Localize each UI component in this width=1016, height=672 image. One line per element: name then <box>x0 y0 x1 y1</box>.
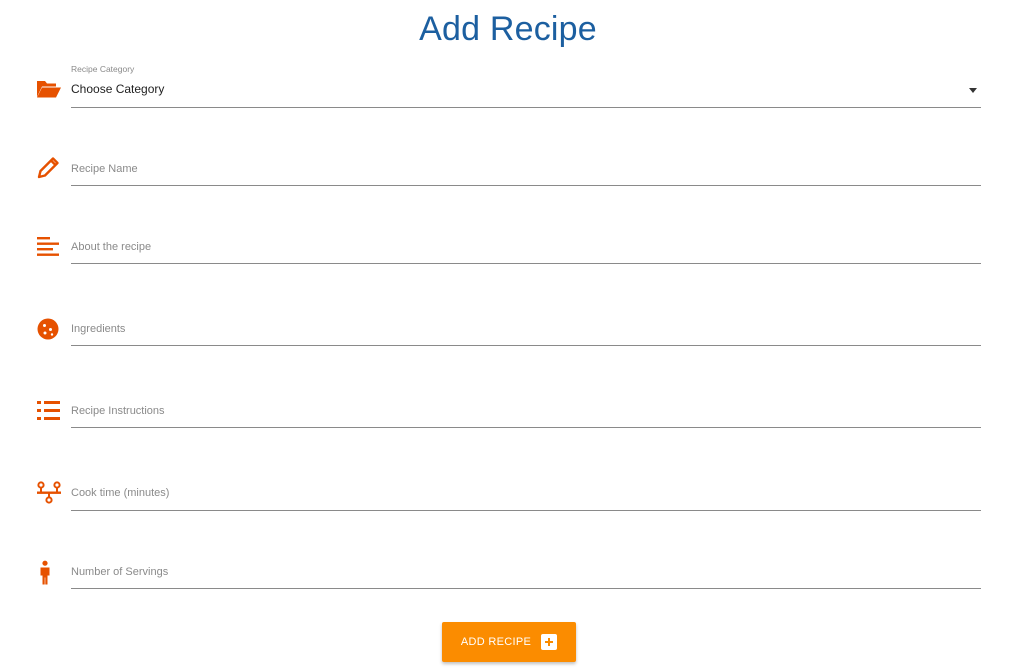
recipe-instructions-placeholder: Recipe Instructions <box>71 405 165 417</box>
cook-time-placeholder: Cook time (minutes) <box>71 487 170 499</box>
recipe-name-placeholder: Recipe Name <box>71 163 138 175</box>
timeline-icon <box>36 480 62 506</box>
ingredients-input[interactable]: Ingredients <box>71 312 981 346</box>
plus-box-icon <box>541 634 558 650</box>
list-icon <box>36 398 62 424</box>
about-recipe-placeholder: About the recipe <box>71 241 152 253</box>
pencil-icon <box>36 154 62 180</box>
cookie-icon <box>36 316 62 342</box>
folder-open-icon <box>36 76 62 102</box>
person-icon <box>36 560 62 586</box>
about-recipe-input[interactable]: About the recipe <box>71 230 981 264</box>
chevron-down-icon[interactable] <box>969 88 977 93</box>
cook-time-input[interactable]: Cook time (minutes) <box>71 476 981 511</box>
ingredients-placeholder: Ingredients <box>71 323 126 335</box>
number-of-servings-placeholder: Number of Servings <box>71 566 169 578</box>
number-of-servings-input[interactable]: Number of Servings <box>71 555 981 589</box>
recipe-category-label: Recipe Category <box>71 64 135 74</box>
recipe-name-input[interactable]: Recipe Name <box>71 152 981 186</box>
add-recipe-button-label: ADD RECIPE <box>460 636 532 648</box>
recipe-instructions-input[interactable]: Recipe Instructions <box>71 394 981 428</box>
page-title: Add Recipe <box>419 10 597 48</box>
recipe-category-value: Choose Category <box>71 82 165 96</box>
add-recipe-button[interactable]: ADD RECIPE <box>442 622 576 662</box>
text-align-left-icon <box>36 234 62 260</box>
recipe-category-select[interactable]: Recipe Category Choose Category <box>71 64 981 108</box>
